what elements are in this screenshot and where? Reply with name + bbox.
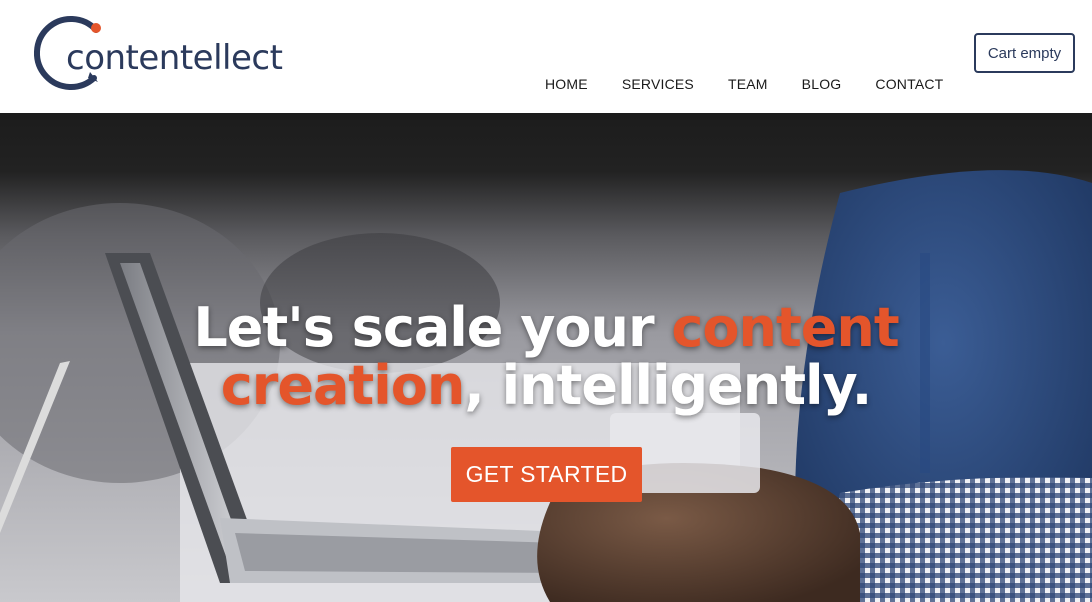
nav-item-team[interactable]: TEAM — [728, 76, 768, 92]
nav-item-blog[interactable]: BLOG — [802, 76, 842, 92]
hero-heading-accent-content: content — [671, 296, 899, 359]
logo[interactable]: contentellect — [30, 12, 310, 92]
hero-heading: Let's scale your content creation, intell… — [0, 299, 1092, 415]
hero-section: Let's scale your content creation, intell… — [0, 113, 1092, 602]
cart-button[interactable]: Cart empty — [974, 33, 1075, 73]
hero-heading-accent-creation: creation — [220, 354, 466, 417]
hero-heading-part2: , intelligently. — [464, 354, 872, 417]
nav-item-home[interactable]: HOME — [545, 76, 588, 92]
get-started-button[interactable]: GET STARTED — [451, 447, 642, 502]
hero-heading-part1: Let's scale your — [193, 296, 672, 359]
nav-item-services[interactable]: SERVICES — [622, 76, 694, 92]
main-nav: HOME SERVICES TEAM BLOG CONTACT — [528, 76, 960, 92]
logo-text: contentellect — [66, 38, 283, 78]
nav-item-contact[interactable]: CONTACT — [875, 76, 943, 92]
site-header: contentellect HOME SERVICES TEAM BLOG CO… — [0, 0, 1092, 113]
